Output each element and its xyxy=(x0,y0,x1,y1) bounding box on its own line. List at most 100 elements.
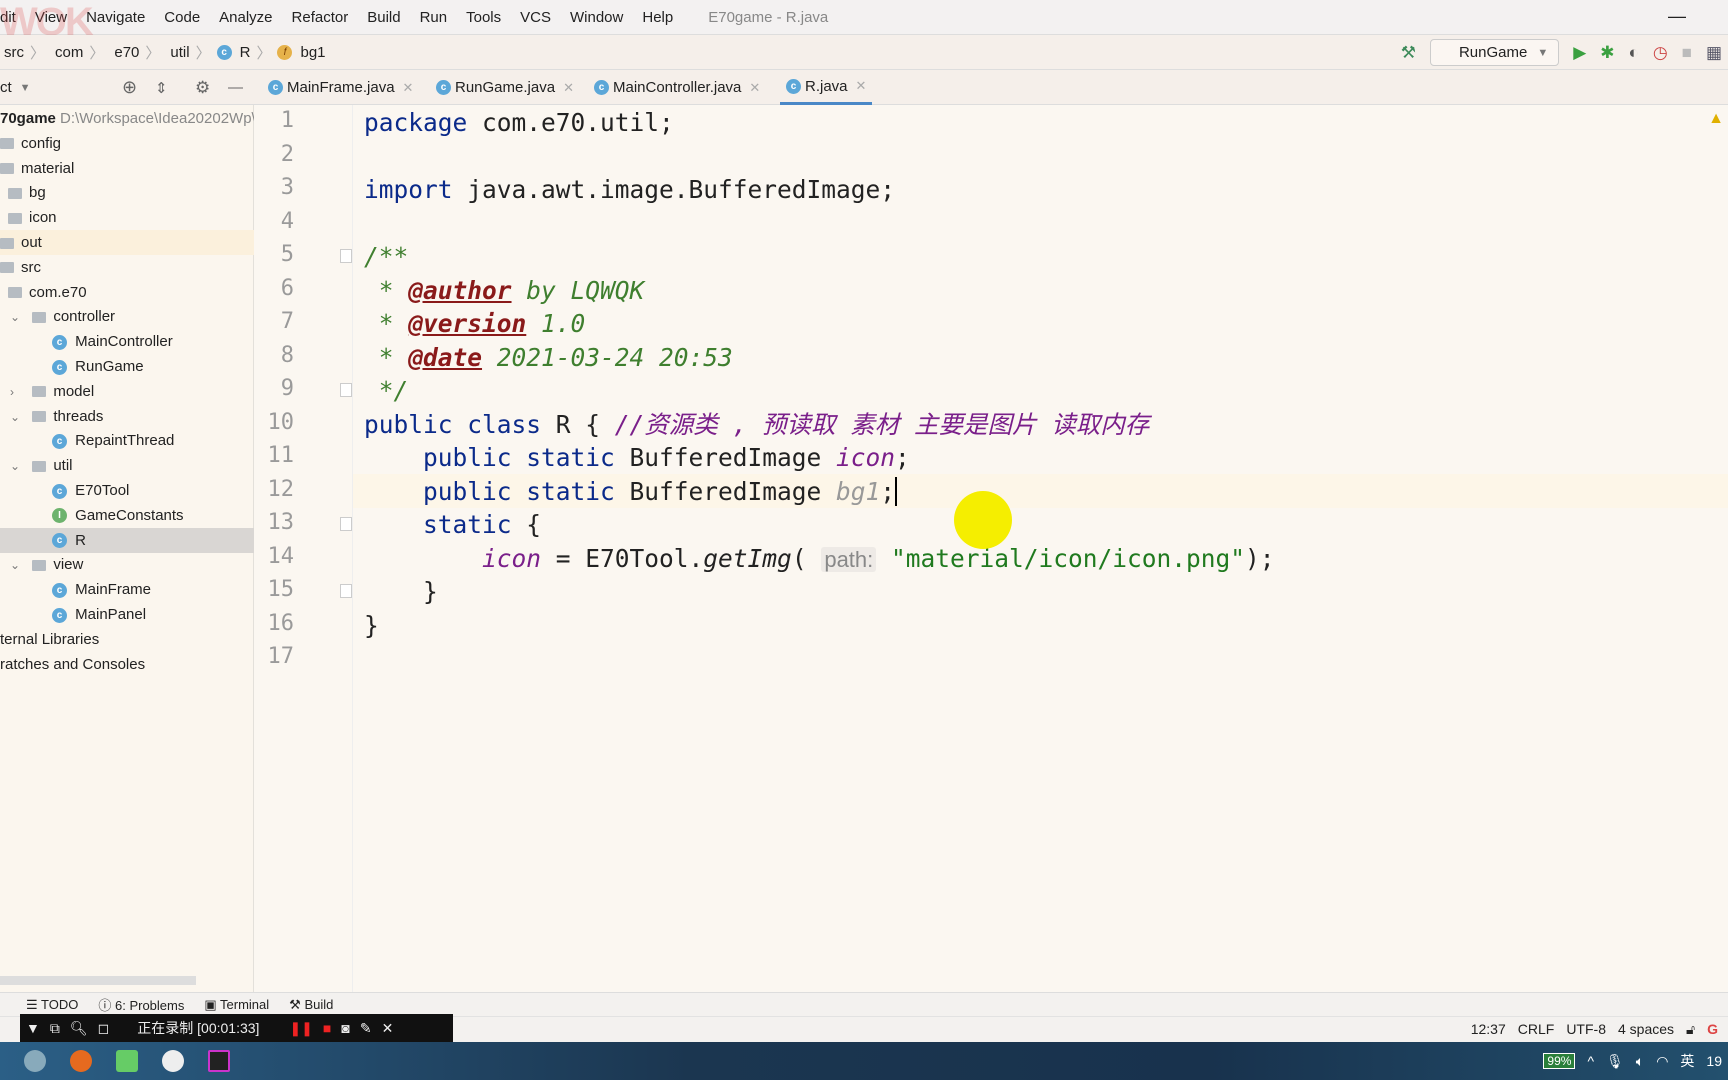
build-hammer-icon[interactable]: ⚒ xyxy=(1401,43,1416,63)
tree-item[interactable]: ternal Libraries xyxy=(0,627,254,652)
tool-build[interactable]: ⚒ Build xyxy=(289,997,333,1013)
clover-icon[interactable] xyxy=(116,1050,138,1072)
region-icon[interactable]: ◻ xyxy=(98,1020,110,1037)
chevron-down-icon[interactable]: ⌄ xyxy=(10,405,24,430)
tree-item[interactable]: c RepaintThread xyxy=(0,428,254,453)
profile-icon[interactable]: ◷ xyxy=(1653,43,1668,63)
chevron-down-icon[interactable]: ⌄ xyxy=(10,454,24,479)
tree-item[interactable]: c E70Tool xyxy=(0,478,254,503)
tab-rungame[interactable]: c RunGame.java ✕ xyxy=(430,70,580,105)
debug-bug-icon[interactable]: ✱ xyxy=(1600,43,1614,63)
tree-item[interactable]: c RunGame xyxy=(0,354,254,379)
tree-item[interactable]: c MainPanel xyxy=(0,602,254,627)
battery-indicator[interactable]: 99% xyxy=(1543,1053,1576,1069)
google-icon[interactable]: G xyxy=(1707,1021,1718,1037)
tree-item[interactable]: ⌄ threads xyxy=(0,404,254,429)
tool-todo[interactable]: ☰ TODO xyxy=(26,997,78,1013)
hide-icon[interactable]: — xyxy=(228,79,243,96)
window-icon[interactable]: ⧉ xyxy=(50,1020,60,1037)
tree-item[interactable]: config xyxy=(0,131,254,156)
tree-item[interactable]: I GameConstants xyxy=(0,503,254,528)
chevron-down-icon[interactable]: ▼ xyxy=(20,82,31,94)
tab-r-java[interactable]: c R.java ✕ xyxy=(780,70,873,105)
tree-item[interactable]: icon xyxy=(0,205,254,230)
code-line[interactable]: } xyxy=(364,609,379,642)
chevron-right-icon[interactable]: › xyxy=(10,380,24,405)
lock-icon[interactable]: 🔓︎ xyxy=(1686,1021,1695,1038)
line-separator[interactable]: CRLF xyxy=(1518,1021,1555,1037)
tree-item[interactable]: ⌄ controller xyxy=(0,304,254,329)
code-line[interactable]: /** xyxy=(364,240,408,273)
chevron-down-icon[interactable]: ⌄ xyxy=(10,553,24,578)
menu-help[interactable]: Help xyxy=(642,9,673,26)
tree-item[interactable]: src xyxy=(0,255,254,280)
minimize-button[interactable]: — xyxy=(1668,6,1686,27)
indent-setting[interactable]: 4 spaces xyxy=(1618,1021,1674,1037)
breadcrumb-src[interactable]: src xyxy=(4,44,24,61)
menu-analyze[interactable]: Analyze xyxy=(219,9,272,26)
close-icon[interactable]: ✕ xyxy=(856,78,867,94)
breadcrumb-bg1[interactable]: bg1 xyxy=(300,44,325,61)
tree-horizontal-scrollbar[interactable] xyxy=(0,976,196,985)
gear-icon[interactable]: ⚙ xyxy=(195,78,210,98)
firefox-icon[interactable] xyxy=(70,1050,92,1072)
pen-icon[interactable]: ✎ xyxy=(360,1020,372,1037)
code-line[interactable]: public static BufferedImage icon; xyxy=(364,441,910,474)
code-line[interactable]: import java.awt.image.BufferedImage; xyxy=(364,173,895,206)
code-line[interactable]: static { xyxy=(364,508,541,541)
tree-item[interactable]: ⌄ view xyxy=(0,552,254,577)
ime-indicator[interactable]: 英 xyxy=(1680,1051,1694,1071)
run-icon[interactable]: ▶ xyxy=(1573,43,1586,63)
breadcrumb-r[interactable]: R xyxy=(240,44,251,61)
close-icon[interactable]: ✕ xyxy=(382,1020,394,1037)
stop-record-icon[interactable]: ■ xyxy=(323,1020,331,1036)
tool-terminal[interactable]: ▣ Terminal xyxy=(204,997,269,1013)
menu-refactor[interactable]: Refactor xyxy=(292,9,349,26)
tree-item[interactable]: › model xyxy=(0,379,254,404)
microphone-icon[interactable]: 🎙︎ xyxy=(1606,1053,1624,1070)
fold-marker-icon[interactable] xyxy=(340,249,352,263)
tree-item[interactable]: bg xyxy=(0,180,254,205)
locate-icon[interactable]: ⊕ xyxy=(122,77,137,98)
run-config-dropdown[interactable]: RunGame ▼ xyxy=(1429,39,1560,66)
menu-run[interactable]: Run xyxy=(420,9,448,26)
fold-marker-icon[interactable] xyxy=(340,383,352,397)
zoom-icon[interactable]: 🔍︎ xyxy=(70,1020,88,1037)
code-line[interactable]: public static BufferedImage bg1; xyxy=(364,475,898,508)
caret-position[interactable]: 12:37 xyxy=(1471,1021,1506,1037)
tree-item[interactable]: material xyxy=(0,156,254,181)
close-icon[interactable]: ✕ xyxy=(749,80,760,96)
breadcrumb-com[interactable]: com xyxy=(55,44,83,61)
code-line[interactable]: } xyxy=(364,575,438,608)
code-line[interactable]: * @author by LQWQK xyxy=(364,274,645,307)
tool-problems[interactable]: ⓘ 6: Problems xyxy=(98,995,184,1014)
volume-icon[interactable]: 🔈︎ xyxy=(1636,1053,1644,1070)
fold-marker-icon[interactable] xyxy=(340,517,352,531)
menu-tools[interactable]: Tools xyxy=(466,9,501,26)
close-icon[interactable]: ✕ xyxy=(563,80,574,96)
tree-item[interactable]: c MainController xyxy=(0,329,254,354)
warning-icon[interactable]: ▲ xyxy=(1708,110,1724,128)
file-encoding[interactable]: UTF-8 xyxy=(1566,1021,1606,1037)
tab-maincontroller[interactable]: c MainController.java ✕ xyxy=(588,70,766,105)
recorder-menu-icon[interactable]: ▼ xyxy=(26,1020,40,1036)
code-line[interactable]: * @date 2021-03-24 20:53 xyxy=(364,341,733,374)
menu-vcs[interactable]: VCS xyxy=(520,9,551,26)
tab-mainframe[interactable]: c MainFrame.java ✕ xyxy=(262,70,419,105)
fold-marker-icon[interactable] xyxy=(340,584,352,598)
tree-item[interactable]: c R xyxy=(0,527,254,553)
code-line[interactable]: public class R { //资源类 , 预读取 素材 主要是图片 读取… xyxy=(364,408,1149,441)
code-line[interactable]: * @version 1.0 xyxy=(364,307,586,340)
pause-icon[interactable]: ❚❚ xyxy=(289,1020,312,1037)
tree-item[interactable]: ⌄ util xyxy=(0,453,254,478)
menu-code[interactable]: Code xyxy=(164,9,200,26)
tree-item[interactable]: ratches and Consoles xyxy=(0,652,254,677)
code-line[interactable]: icon = E70Tool.getImg( path: "material/i… xyxy=(364,542,1275,575)
browser-icon[interactable] xyxy=(162,1050,184,1072)
project-structure-icon[interactable]: ▦ xyxy=(1706,43,1722,63)
chevron-down-icon[interactable]: ⌄ xyxy=(10,305,24,330)
menu-navigate[interactable]: Navigate xyxy=(86,9,145,26)
tree-item[interactable]: 70game D:\Workspace\Idea20202Wp\ xyxy=(0,106,256,131)
tree-item[interactable]: com.e70 xyxy=(0,280,254,305)
clock[interactable]: 19 xyxy=(1706,1053,1722,1069)
